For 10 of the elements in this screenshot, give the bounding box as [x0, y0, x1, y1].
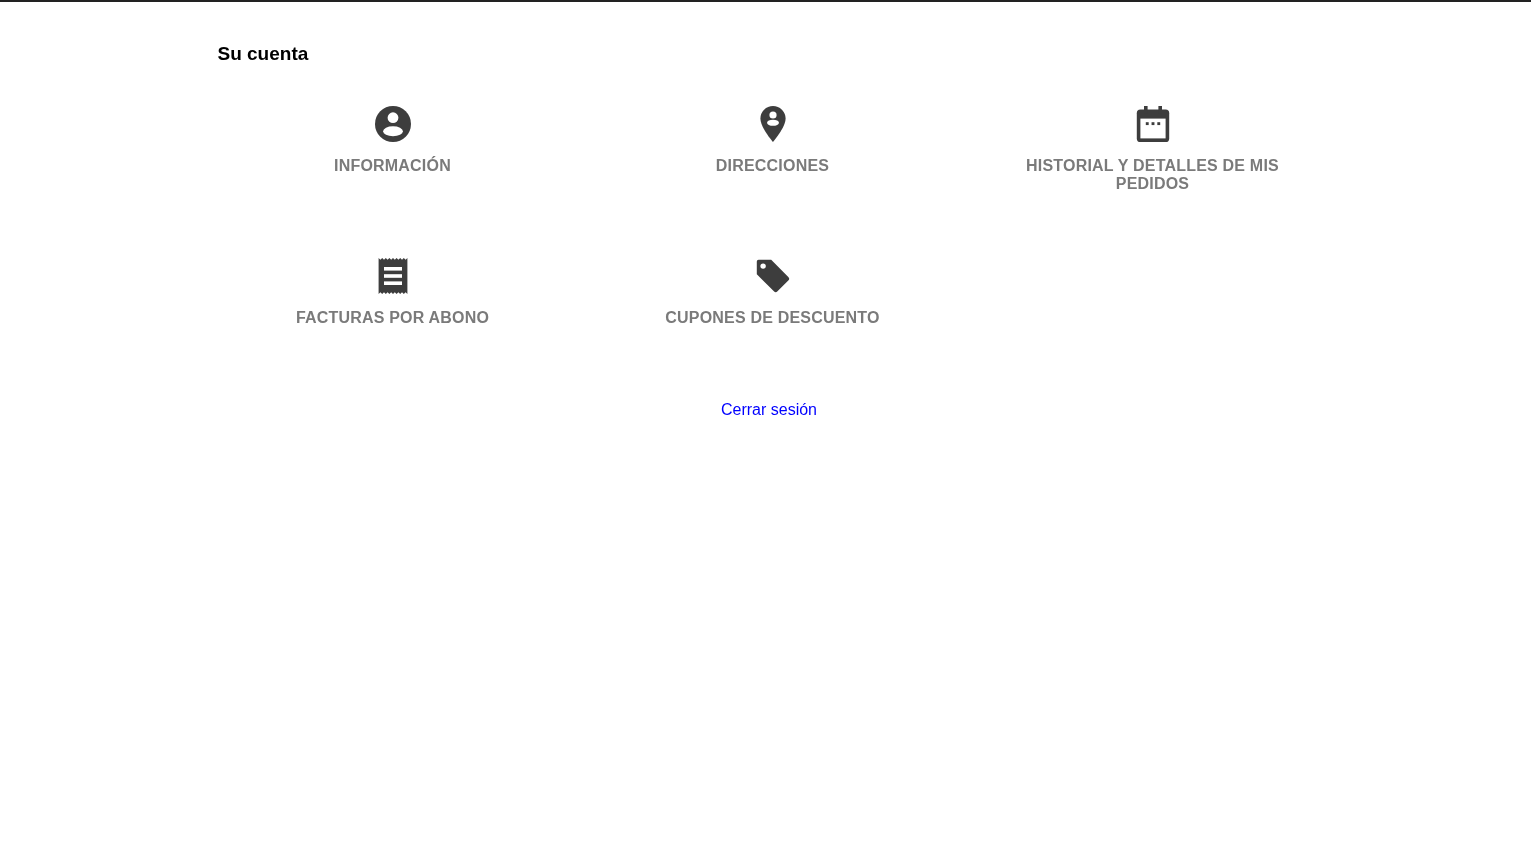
logout-link[interactable]: Cerrar sesión — [721, 401, 817, 418]
account-link[interactable]: INFORMACIÓN — [257, 106, 528, 216]
account-link[interactable]: HISTORIAL Y DETALLES DE MIS PEDIDOS — [1017, 106, 1288, 216]
account-link[interactable]: DIRECCIONES — [637, 106, 908, 216]
account-link[interactable]: CUPONES DE DESCUENTO — [637, 258, 908, 368]
account-link[interactable]: FACTURAS POR ABONO — [257, 258, 528, 368]
page-heading: Su cuenta — [216, 42, 310, 65]
tag-icon — [754, 258, 791, 294]
calendar-icon — [1134, 106, 1171, 142]
account-circle-icon — [374, 106, 411, 142]
